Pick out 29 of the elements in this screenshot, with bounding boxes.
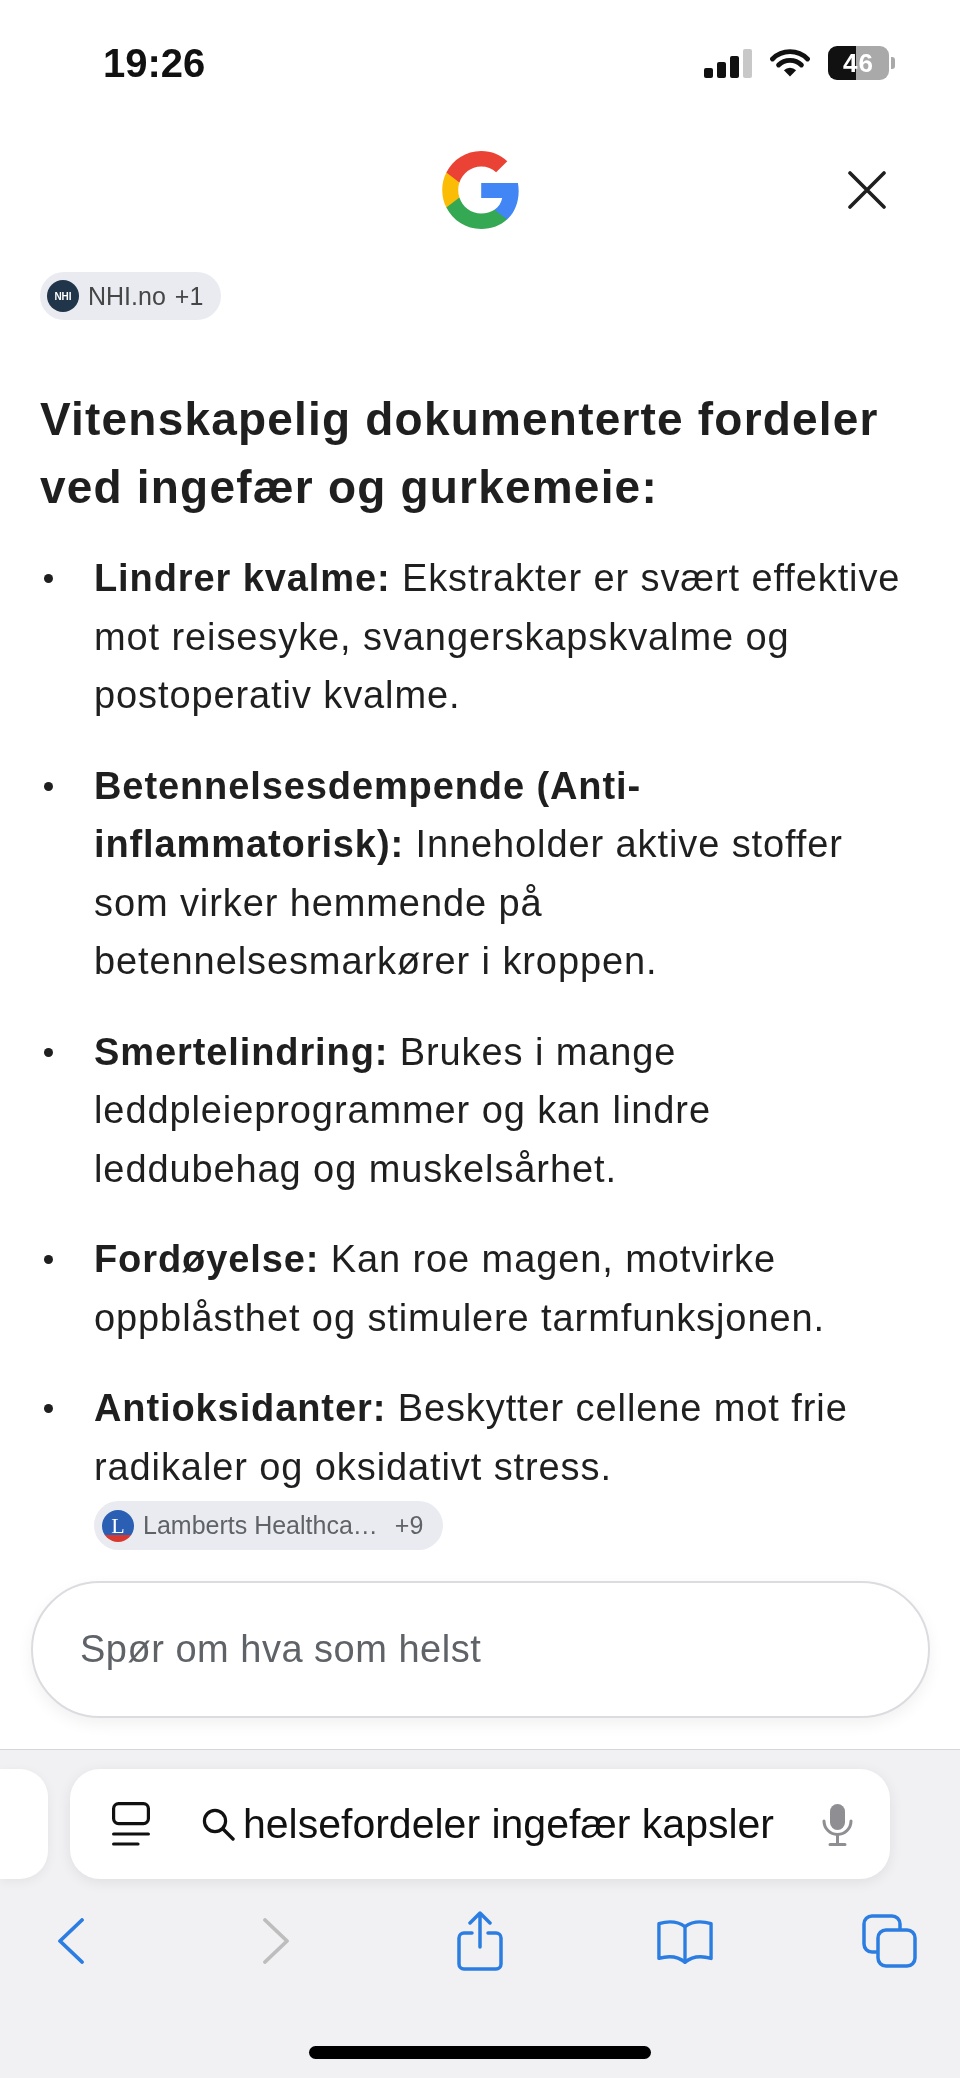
search-icon bbox=[202, 1807, 235, 1841]
search-query: helsefordeler ingefær kapsler bbox=[243, 1800, 775, 1848]
ask-field[interactable]: Spør om hva som helst bbox=[31, 1581, 930, 1718]
close-icon[interactable] bbox=[848, 171, 886, 209]
back-icon[interactable] bbox=[57, 1918, 85, 1964]
status-time: 19:26 bbox=[103, 40, 206, 86]
bullet-icon bbox=[44, 781, 53, 791]
source-logo: L bbox=[102, 1509, 134, 1542]
share-icon[interactable] bbox=[457, 1911, 503, 1971]
list-item-text: Fordøyelse: Kan roe magen, motvirke oppblåsthet og stimulere tarmfunksjonen. bbox=[94, 1237, 826, 1341]
list-item-text: Betennelsesdempende (Anti-inflammatorisk): Inneholder aktive stoffer som virker hemmende på betennelsesmarkører i kroppen. bbox=[94, 763, 844, 984]
book-icon[interactable] bbox=[656, 1917, 713, 1965]
source-chip[interactable]: L Lamberts Healthca… +9 bbox=[94, 1501, 444, 1550]
bullet-icon bbox=[44, 1047, 53, 1057]
wifi-icon bbox=[770, 49, 810, 77]
source-chip[interactable]: NHI NHI.no +1 bbox=[40, 272, 222, 320]
list-item-text: Antioksidanter: Beskytter cellene mot frie radikaler og oksidativt stress. bbox=[94, 1386, 849, 1490]
address-bar[interactable]: helsefordeler ingefær kapsler bbox=[70, 1769, 890, 1879]
bullet-icon bbox=[44, 1404, 53, 1413]
signal-icon bbox=[704, 48, 752, 78]
microphone-icon[interactable] bbox=[821, 1802, 854, 1846]
tabs-icon[interactable] bbox=[861, 1914, 917, 1968]
bullet-icon bbox=[44, 574, 53, 583]
source-logo: NHI bbox=[47, 280, 79, 312]
list-item-text: Lindrer kvalme: Ekstrakter er svært effektive mot reisesyke, svangerskapskvalme og postoperativ kvalme. bbox=[94, 556, 902, 718]
page-menu-icon[interactable] bbox=[112, 1802, 150, 1846]
answer-heading: Vitenskapelig dokumenterte fordeler ved ingefær og gurkemeie: bbox=[40, 392, 880, 515]
bullet-icon bbox=[44, 1255, 53, 1264]
list-item-text: Smertelindring: Brukes i mange leddpleieprogrammer og kan lindre leddubehag og muskelsårhet. bbox=[94, 1029, 712, 1192]
